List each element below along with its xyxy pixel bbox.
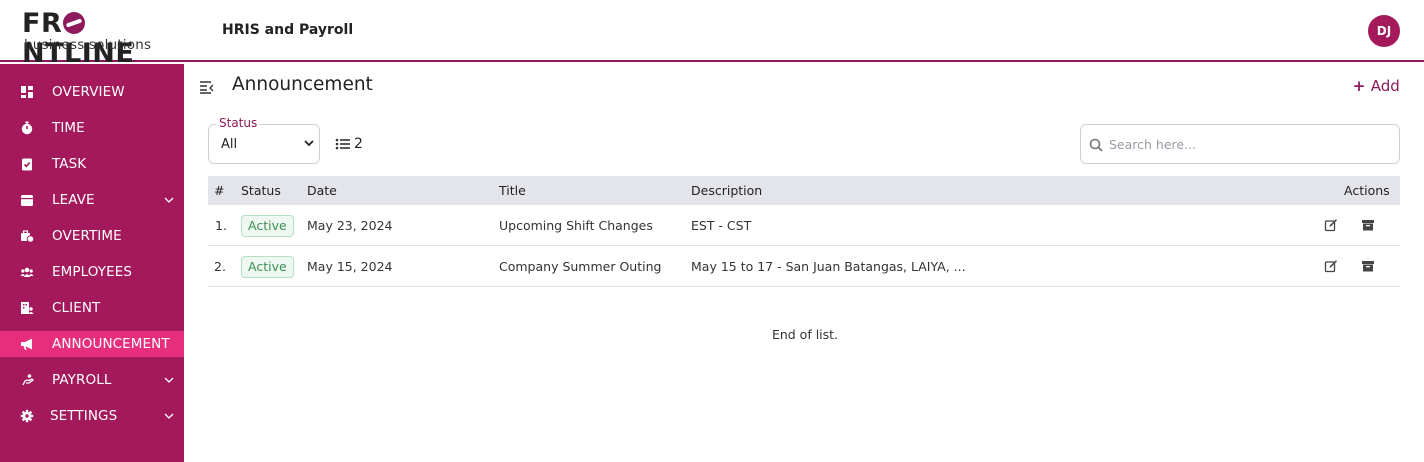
sidebar-item-label: CLIENT	[52, 300, 101, 316]
search-icon	[1089, 138, 1103, 152]
archive-icon[interactable]	[1361, 259, 1375, 273]
sidebar-item-overtime[interactable]: OVERTIME	[0, 223, 184, 249]
row-index: 1.	[215, 218, 227, 233]
column-header-date[interactable]: Date	[307, 183, 337, 198]
sidebar-item-task[interactable]: TASK	[0, 151, 184, 177]
search-box	[1080, 124, 1400, 164]
plus-icon: +	[1352, 77, 1366, 95]
row-description: EST - CST	[691, 218, 752, 233]
brand-subtitle: business solutions	[24, 37, 152, 53]
chevron-down-icon	[164, 377, 174, 383]
sidebar-item-settings[interactable]: SETTINGS	[0, 403, 184, 429]
add-announcement-button[interactable]: + Add	[1352, 77, 1400, 95]
add-button-label: Add	[1370, 77, 1400, 95]
sidebar-item-label: SETTINGS	[50, 408, 118, 424]
collapse-sidebar-icon[interactable]	[199, 80, 215, 94]
column-header-description[interactable]: Description	[691, 183, 762, 198]
edit-icon[interactable]	[1324, 218, 1338, 232]
building-user-icon	[21, 302, 34, 314]
column-header-index: #	[214, 183, 225, 198]
top-bar: FRNTLINE business solutions HRIS and Pay…	[0, 0, 1424, 69]
dashboard-icon	[21, 86, 33, 98]
stopwatch-icon	[21, 121, 33, 135]
app-title: HRIS and Payroll	[222, 22, 354, 38]
sidebar: OVERVIEW TIME TASK LEAVE OVERTIME EMPLOY…	[0, 64, 184, 462]
sidebar-item-overview[interactable]: OVERVIEW	[0, 79, 184, 105]
column-header-status[interactable]: Status	[241, 183, 281, 198]
sidebar-item-time[interactable]: TIME	[0, 115, 184, 141]
sidebar-item-label: EMPLOYEES	[52, 264, 133, 280]
gear-icon	[20, 409, 34, 423]
row-date: May 23, 2024	[307, 218, 393, 233]
sidebar-item-client[interactable]: CLIENT	[0, 295, 184, 321]
money-hand-icon	[22, 374, 34, 386]
archive-icon[interactable]	[1361, 218, 1375, 232]
page-title: Announcement	[232, 74, 373, 95]
column-header-actions: Actions	[1344, 183, 1390, 198]
sidebar-item-label: OVERVIEW	[52, 84, 125, 100]
end-of-list-text: End of list.	[771, 327, 839, 342]
table-header: # Status Date Title Description Actions	[208, 176, 1400, 205]
edit-icon[interactable]	[1324, 259, 1338, 273]
logo-globe-icon	[63, 12, 86, 34]
user-avatar[interactable]: DJ	[1368, 15, 1400, 47]
users-icon	[20, 267, 34, 277]
sidebar-item-label: OVERTIME	[52, 228, 122, 244]
row-index: 2.	[214, 259, 226, 274]
business-time-icon	[21, 230, 34, 243]
status-badge: Active	[241, 215, 294, 237]
sidebar-item-label: TASK	[52, 156, 87, 172]
column-header-title[interactable]: Title	[499, 183, 526, 198]
sidebar-item-payroll[interactable]: PAYROLL	[0, 367, 184, 393]
frontline-logo[interactable]: FRNTLINE business solutions	[22, 9, 177, 69]
chevron-down-icon	[164, 197, 174, 203]
table-row[interactable]: 1. Active May 23, 2024 Upcoming Shift Ch…	[208, 205, 1400, 246]
sidebar-item-leave[interactable]: LEAVE	[0, 187, 184, 213]
sidebar-item-employees[interactable]: EMPLOYEES	[0, 259, 184, 285]
search-input[interactable]	[1109, 134, 1389, 154]
calendar-icon	[21, 195, 33, 206]
sidebar-item-label: PAYROLL	[52, 372, 112, 388]
status-filter-legend: Status	[216, 116, 261, 130]
row-title: Company Summer Outing	[499, 259, 662, 274]
row-title: Upcoming Shift Changes	[499, 218, 653, 233]
status-badge: Active	[241, 256, 294, 278]
status-filter-value: All	[221, 137, 238, 152]
row-description: May 15 to 17 - San Juan Batangas, LAIYA,…	[691, 259, 966, 274]
chevron-down-icon	[164, 413, 174, 419]
sidebar-item-label: TIME	[52, 120, 85, 136]
sidebar-item-label: LEAVE	[52, 192, 95, 208]
record-count: 2	[354, 136, 363, 152]
row-date: May 15, 2024	[307, 259, 393, 274]
list-icon	[335, 138, 350, 150]
chevron-down-icon	[304, 140, 314, 147]
clipboard-check-icon	[22, 158, 32, 171]
table-row[interactable]: 2. Active May 15, 2024 Company Summer Ou…	[208, 246, 1400, 287]
